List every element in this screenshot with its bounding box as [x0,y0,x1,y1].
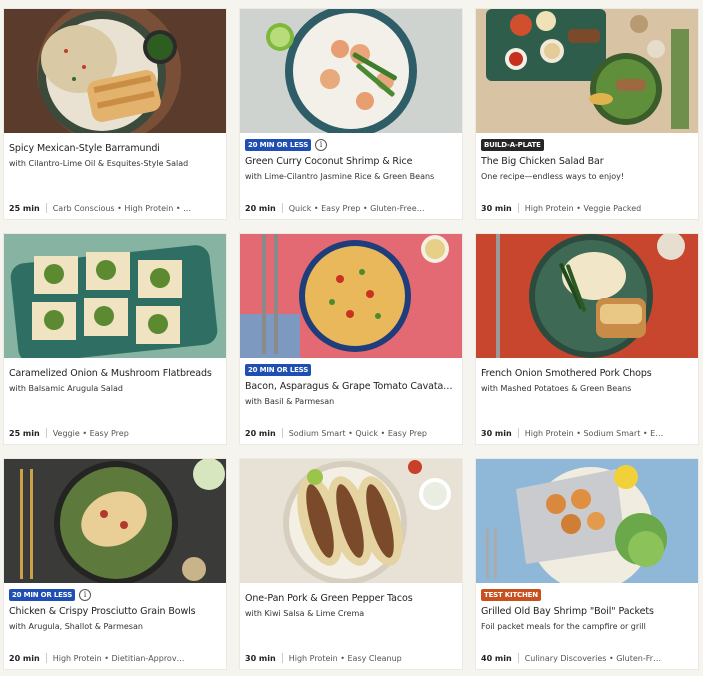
recipe-meta: 20 min Quick • Easy Prep • Gluten-Free… [245,203,458,213]
recipe-photo[interactable] [4,234,226,358]
divider [517,428,519,438]
recipe-subtitle: One recipe—endless ways to enjoy! [481,172,625,181]
recipe-meta: 30 min High Protein • Sodium Smart • E… [481,428,694,438]
quick-badge: 20 MIN OR LESS [245,364,312,376]
badge-row: TEST KITCHEN [481,588,541,602]
cook-time: 20 min [9,653,40,663]
recipe-card[interactable]: 20 MIN OR LESS Bacon, Asparagus & Grape … [240,234,462,444]
recipe-card[interactable]: BUILD-A-PLATE The Big Chicken Salad Bar … [476,9,698,219]
recipe-meta: 30 min High Protein • Easy Cleanup [245,653,458,663]
quick-badge: 20 MIN OR LESS [245,139,312,151]
recipe-tags: Veggie • Easy Prep [52,428,129,438]
recipe-title[interactable]: Green Curry Coconut Shrimp & Rice [245,156,458,167]
badge-row: 20 MIN OR LESS i [9,588,92,602]
recipe-photo[interactable] [240,9,462,133]
recipe-tags: Quick • Easy Prep • Gluten-Free… [288,203,425,213]
recipe-title[interactable]: One-Pan Pork & Green Pepper Tacos [245,593,458,604]
divider [45,428,47,438]
cook-time: 30 min [481,428,512,438]
recipe-tags: Sodium Smart • Quick • Easy Prep [288,428,428,438]
recipe-photo[interactable] [476,459,698,583]
recipe-photo[interactable] [476,234,698,358]
cook-time: 30 min [481,203,512,213]
divider [45,203,47,213]
recipe-subtitle: with Mashed Potatoes & Green Beans [481,384,632,393]
recipe-tags: High Protein • Veggie Packed [524,203,642,213]
recipe-title[interactable]: The Big Chicken Salad Bar [481,156,694,167]
recipe-tags: High Protein • Sodium Smart • E… [524,428,664,438]
recipe-meta: 30 min High Protein • Veggie Packed [481,203,694,213]
recipe-subtitle: with Arugula, Shallot & Parmesan [9,622,143,631]
recipe-title[interactable]: Chicken & Crispy Prosciutto Grain Bowls [9,606,222,617]
recipe-subtitle: with Lime-Cilantro Jasmine Rice & Green … [245,172,435,181]
info-icon[interactable]: i [79,589,92,601]
divider [45,653,47,663]
recipe-photo[interactable] [240,459,462,583]
cook-time: 25 min [9,428,40,438]
cook-time: 40 min [481,653,512,663]
info-icon[interactable]: i [315,139,328,151]
recipe-title[interactable]: French Onion Smothered Pork Chops [481,368,694,379]
divider [517,653,519,663]
recipe-title[interactable]: Caramelized Onion & Mushroom Flatbreads [9,368,222,379]
test-kitchen-badge: TEST KITCHEN [481,589,541,601]
recipe-tags: High Protein • Easy Cleanup [288,653,402,663]
recipe-tags: High Protein • Dietitian-Approv… [52,653,185,663]
badge-row: 20 MIN OR LESS [245,363,312,377]
cook-time: 30 min [245,653,276,663]
recipe-card[interactable]: One-Pan Pork & Green Pepper Tacos with K… [240,459,462,669]
recipe-subtitle: with Kiwi Salsa & Lime Crema [245,609,365,618]
recipe-tags: Culinary Discoveries • Gluten-Fr… [524,653,662,663]
recipe-subtitle: with Basil & Parmesan [245,397,335,406]
recipe-title[interactable]: Spicy Mexican-Style Barramundi [9,143,222,154]
recipe-photo[interactable] [476,9,698,133]
divider [281,203,283,213]
cook-time: 20 min [245,203,276,213]
badge-row: BUILD-A-PLATE [481,138,544,152]
quick-badge: 20 MIN OR LESS [9,589,76,601]
recipe-card[interactable]: French Onion Smothered Pork Chops with M… [476,234,698,444]
recipe-title[interactable]: Bacon, Asparagus & Grape Tomato Cavata… [245,381,458,392]
recipe-photo[interactable] [4,459,226,583]
recipe-photo[interactable] [4,9,226,133]
recipe-tags: Carb Conscious • High Protein • … [52,203,192,213]
recipe-meta: 20 min High Protein • Dietitian-Approv… [9,653,222,663]
recipe-card[interactable]: 20 MIN OR LESS i Chicken & Crispy Prosci… [4,459,226,669]
recipe-card[interactable]: Caramelized Onion & Mushroom Flatbreads … [4,234,226,444]
recipe-meta: 25 min Carb Conscious • High Protein • … [9,203,222,213]
recipe-subtitle: with Cilantro-Lime Oil & Esquites-Style … [9,159,189,168]
recipe-photo[interactable] [240,234,462,358]
cook-time: 25 min [9,203,40,213]
recipe-card[interactable]: TEST KITCHEN Grilled Old Bay Shrimp "Boi… [476,459,698,669]
recipe-meta: 20 min Sodium Smart • Quick • Easy Prep [245,428,458,438]
recipe-subtitle: Foil packet meals for the campfire or gr… [481,622,646,631]
divider [517,203,519,213]
build-a-plate-badge: BUILD-A-PLATE [481,139,544,151]
recipe-meta: 40 min Culinary Discoveries • Gluten-Fr… [481,653,694,663]
divider [281,653,283,663]
badge-row: 20 MIN OR LESS i [245,138,328,152]
cook-time: 20 min [245,428,276,438]
recipe-subtitle: with Balsamic Arugula Salad [9,384,123,393]
recipe-card[interactable]: 20 MIN OR LESS i Green Curry Coconut Shr… [240,9,462,219]
recipe-meta: 25 min Veggie • Easy Prep [9,428,222,438]
recipe-card[interactable]: Spicy Mexican-Style Barramundi with Cila… [4,9,226,219]
recipe-title[interactable]: Grilled Old Bay Shrimp "Boil" Packets [481,606,694,617]
divider [281,428,283,438]
